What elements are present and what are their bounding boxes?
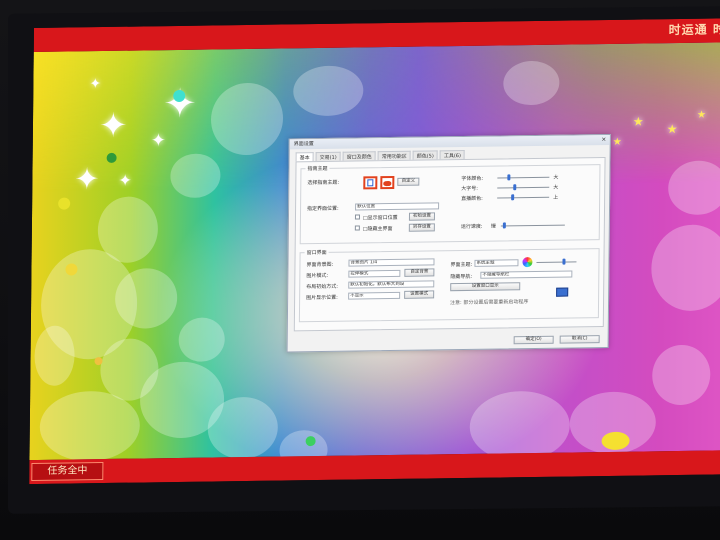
image-position-label: 图片显示位置:: [306, 294, 338, 302]
custom-bg-button[interactable]: 自定背景: [404, 268, 435, 277]
show-window-checkbox[interactable]: [354, 214, 360, 220]
sparkle-star: ✦: [89, 76, 102, 93]
bubble: [667, 160, 720, 216]
slider-thumb[interactable]: [511, 194, 515, 201]
browse-select[interactable]: 默认位置: [355, 202, 440, 211]
init-settings-button[interactable]: 初始设置: [408, 212, 436, 221]
hide-main-checkbox[interactable]: [354, 225, 360, 231]
tab-trade[interactable]: 交易(1): [315, 151, 341, 162]
slider-thumb[interactable]: [502, 222, 506, 229]
image-mode-select[interactable]: 拉伸模式: [348, 269, 401, 278]
save-as-button[interactable]: 另存设置: [408, 223, 435, 232]
sparkle-star: ★: [696, 109, 707, 121]
sparkle-star: ✦: [150, 130, 167, 152]
task-button[interactable]: 任务全中: [31, 462, 104, 482]
sparkle-star: ★: [632, 114, 644, 129]
close-icon[interactable]: ×: [600, 136, 608, 143]
slider-thumb[interactable]: [507, 174, 511, 181]
theme-group-title: 指南主题: [305, 164, 330, 173]
speed-slider[interactable]: [500, 222, 565, 229]
tab-panel: 指南主题 选择指南主题: 自定义 指定界面位置: 默认位置 □显示窗口位置 初始…: [293, 157, 606, 332]
bg-image-label: 界面背景图:: [306, 261, 334, 269]
theme-slider[interactable]: [536, 258, 577, 265]
font-color-label: 字体颜色:: [461, 175, 484, 183]
set-mode-button[interactable]: 设置模式: [404, 290, 435, 299]
hide-main-label: □隐藏主界面: [362, 225, 393, 233]
custom-theme-button[interactable]: 自定义: [397, 177, 420, 186]
font-color-value: 大: [553, 174, 559, 181]
theme-label: 选择指南主题:: [307, 179, 340, 187]
ok-button[interactable]: 确定(O): [513, 335, 554, 345]
settings-dialog: 界面设置 × 基本 交易(1) 窗口及颜色 常用功能区 颜色(5) 工具(6) …: [286, 133, 611, 353]
theme-group: 指南主题 选择指南主题: 自定义 指定界面位置: 默认位置 □显示窗口位置 初始…: [299, 164, 601, 245]
hide-nav-select[interactable]: 不隐藏导航栏: [480, 270, 573, 279]
font-size-label: 大字号:: [461, 185, 478, 193]
show-window-label: □显示窗口位置: [362, 214, 398, 222]
restart-hint: 注意: 部分设置后需要重新启动程序: [450, 299, 529, 307]
monitor-screen: ✦ ✦ ✦ ✦ ✦ ✦ ★ ★ ★ ★ 时运通 时 任务全中 界面设置 × 基本…: [29, 18, 720, 485]
tab-basic[interactable]: 基本: [295, 152, 314, 162]
tab-colors[interactable]: 颜色(5): [412, 150, 438, 160]
slider-thumb[interactable]: [513, 184, 517, 191]
slider-thumb[interactable]: [562, 258, 566, 265]
ui-group-title: 窗口界面: [304, 248, 329, 257]
ui-theme-select[interactable]: 系统主题: [474, 259, 519, 267]
font-color-slider[interactable]: [497, 174, 550, 181]
sparkle-star: ✦: [74, 162, 100, 198]
window-ui-group: 窗口界面 界面背景图: 背景图片 1/4 图片模式: 拉伸模式 自定背景 布局初…: [298, 248, 600, 323]
brand-title: 时运通 时: [668, 22, 720, 38]
hide-nav-label: 隐藏导航:: [450, 273, 473, 281]
monitor-icon: [556, 287, 569, 297]
speed-label: 运行速度:: [460, 223, 483, 231]
browse-label: 指定界面位置:: [307, 205, 339, 213]
sparkle-star: ★: [612, 136, 622, 148]
bg-image-select[interactable]: 背景图片 1/4: [348, 258, 435, 267]
cancel-button[interactable]: 取消(C): [559, 335, 600, 344]
sparkle-star: ✦: [98, 105, 128, 147]
live-color-slider[interactable]: [497, 194, 550, 201]
font-size-slider[interactable]: [497, 184, 550, 191]
speed-value: 慢: [490, 223, 496, 230]
dialog-title-bar: 界面设置 ×: [289, 134, 610, 150]
dialog-title: 界面设置: [293, 141, 314, 148]
theme-option-2[interactable]: [380, 175, 395, 190]
sparkle-star: ✦: [118, 170, 132, 190]
image-position-select[interactable]: 不显示: [348, 291, 401, 300]
layout-init-field[interactable]: 默认初始化，默认布大到设: [348, 280, 435, 289]
palette-icon[interactable]: [522, 257, 533, 268]
tab-window-color[interactable]: 窗口及颜色: [342, 151, 376, 161]
live-color-label: 直播颜色:: [461, 195, 483, 203]
theme-red-icon: [383, 181, 392, 187]
image-mode-label: 图片模式:: [306, 272, 329, 280]
font-size-value: 大: [553, 184, 559, 191]
window-display-button[interactable]: 设置窗口显示: [450, 282, 521, 292]
ui-theme-label: 界面主题:: [450, 261, 473, 269]
sparkle-star: ★: [666, 122, 678, 137]
tab-tools[interactable]: 工具(6): [439, 149, 465, 160]
tab-common-functions[interactable]: 常用功能区: [377, 150, 411, 161]
live-color-value: 上: [553, 194, 559, 201]
theme-option-1[interactable]: [363, 176, 378, 190]
layout-init-label: 布局初始方式:: [306, 283, 338, 291]
theme-blue-icon: [367, 179, 374, 187]
